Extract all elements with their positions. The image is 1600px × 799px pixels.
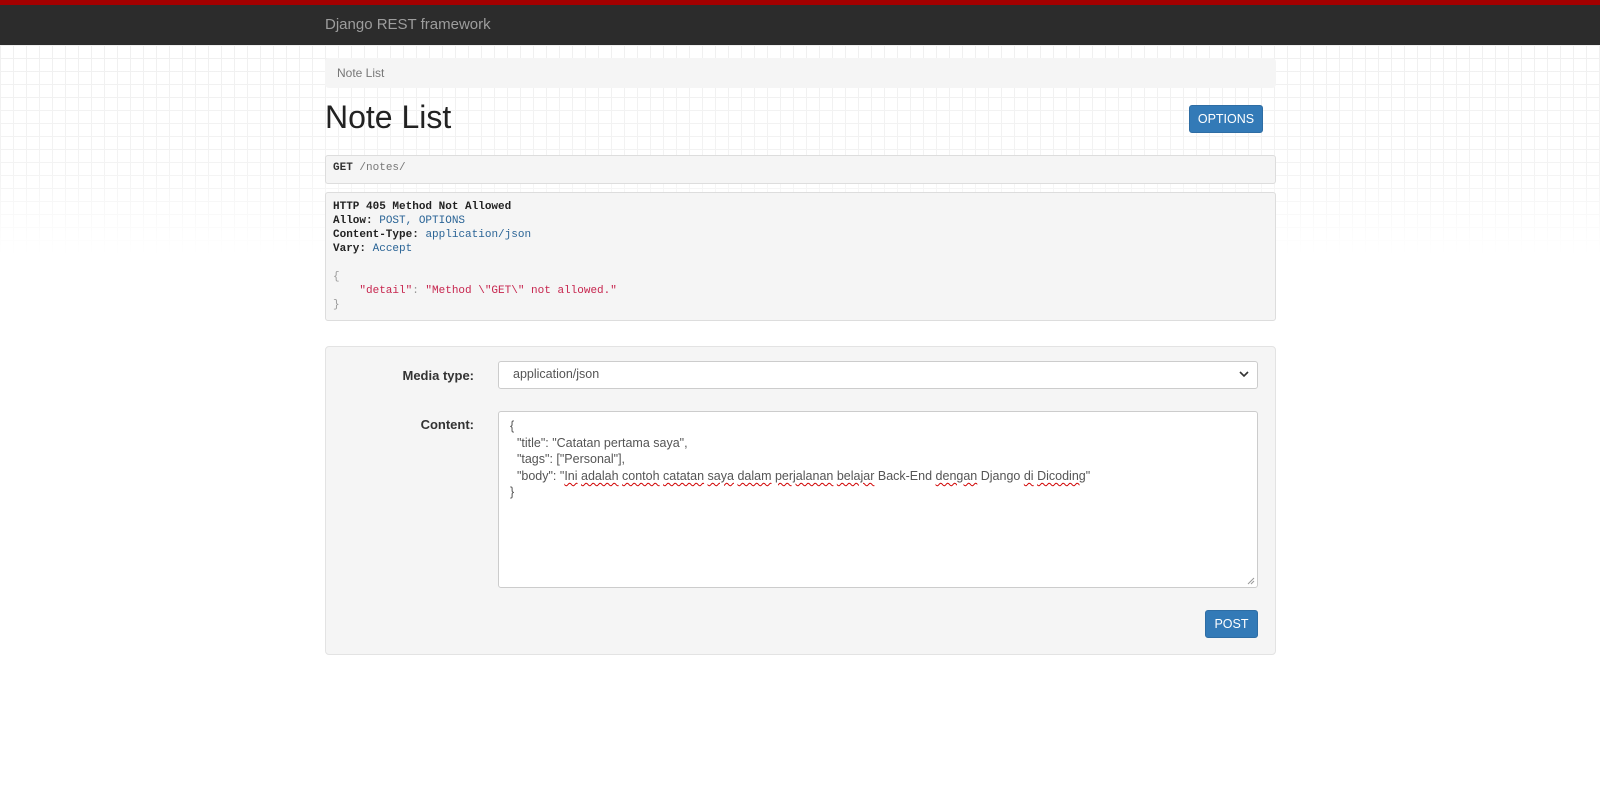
json-close-brace: } — [333, 299, 340, 311]
json-open-brace: { — [333, 271, 340, 283]
media-type-label: Media type: — [402, 368, 474, 383]
header-vary-name: Vary: — [333, 243, 367, 255]
media-type-select[interactable]: application/json — [498, 361, 1258, 389]
navbar: Django REST framework — [0, 0, 1600, 45]
page-title: Note List — [325, 99, 452, 135]
header-allow-name: Allow: — [333, 215, 373, 227]
header-vary-value: Accept — [372, 243, 413, 255]
options-button[interactable]: OPTIONS — [1189, 105, 1263, 133]
breadcrumb: Note List — [325, 58, 1276, 88]
chevron-down-icon — [1239, 371, 1249, 378]
request-path: /notes/ — [359, 162, 406, 174]
request-info: GET /notes/ — [325, 155, 1276, 184]
json-value-detail: "Method \"GET\" not allowed." — [425, 285, 617, 297]
response-status: HTTP 405 Method Not Allowed — [333, 201, 512, 213]
breadcrumb-item-note-list[interactable]: Note List — [337, 66, 384, 80]
header-content-type-name: Content-Type: — [333, 229, 419, 241]
header-allow-value: POST, OPTIONS — [379, 215, 466, 227]
request-method: GET — [333, 162, 353, 174]
json-key-detail: "detail" — [359, 285, 413, 297]
resize-handle-icon[interactable] — [1247, 577, 1255, 585]
content-label: Content: — [420, 417, 474, 432]
response-info: HTTP 405 Method Not Allowed Allow: POST,… — [325, 192, 1276, 321]
post-button[interactable]: POST — [1205, 610, 1258, 638]
navbar-brand[interactable]: Django REST framework — [325, 16, 491, 33]
header-content-type-value: application/json — [425, 229, 532, 241]
content-textarea[interactable]: { "title": "Catatan pertama saya", "tags… — [498, 411, 1258, 588]
media-type-selected-value: application/json — [513, 367, 600, 381]
